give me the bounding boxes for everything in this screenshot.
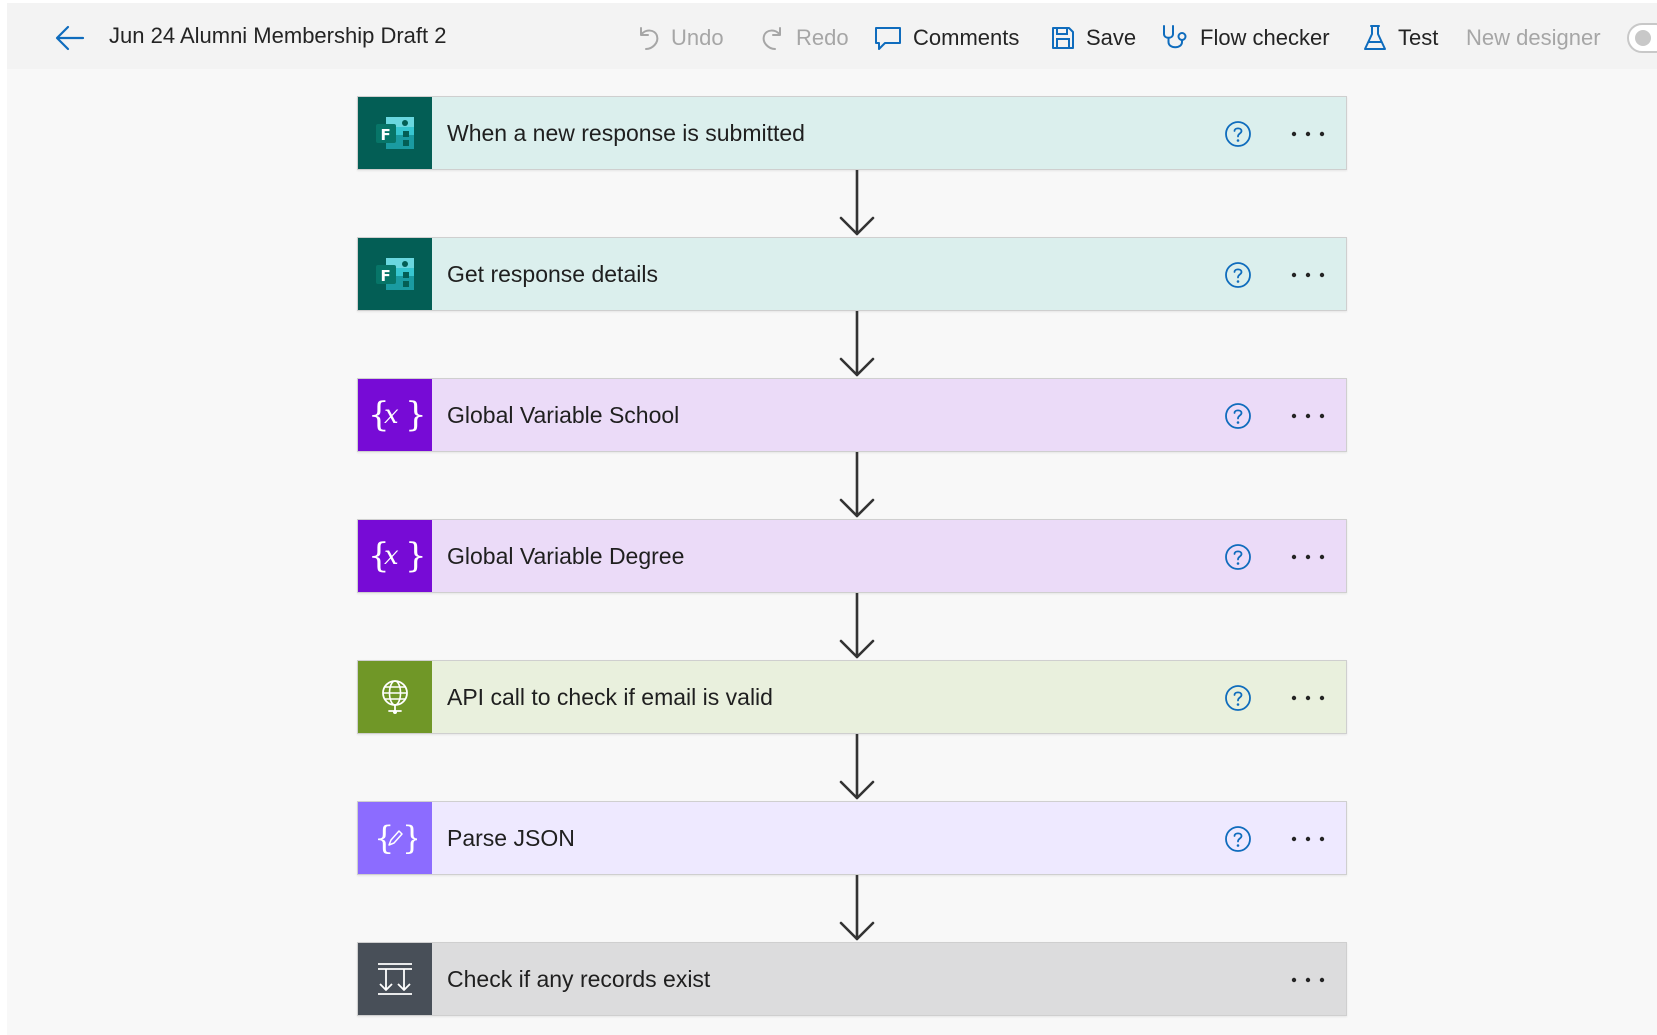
svg-text:{: { [374, 819, 394, 857]
help-circle-icon [1225, 403, 1251, 429]
svg-text:}: } [405, 395, 423, 435]
flow-title: Jun 24 Alumni Membership Draft 2 [109, 23, 447, 48]
step-title: Parse JSON [432, 802, 1346, 874]
undo-icon [640, 27, 659, 50]
svg-text:F: F [381, 126, 391, 144]
more-dots-icon [1291, 977, 1325, 983]
connector-arrow [839, 593, 875, 659]
command-bar: Jun 24 Alumni Membership Draft 2 Undo Re… [7, 3, 1657, 69]
redo-button[interactable]: Redo [760, 20, 849, 56]
connector-arrow [839, 311, 875, 377]
step-card-parse-json[interactable]: { } Parse JSON [357, 801, 1347, 875]
forms-icon: F [376, 117, 414, 149]
step-icon-box: { } [358, 802, 432, 874]
help-circle-icon [1225, 262, 1251, 288]
more-options-button[interactable] [1288, 542, 1328, 572]
condition-icon [378, 963, 412, 995]
test-button[interactable]: Test [1362, 20, 1438, 56]
step-title: Get response details [432, 238, 1346, 310]
help-button[interactable] [1223, 119, 1253, 149]
comments-button[interactable]: Comments [873, 20, 1019, 56]
undo-button[interactable]: Undo [635, 20, 724, 56]
more-options-button[interactable] [1288, 119, 1328, 149]
help-button[interactable] [1223, 401, 1253, 431]
step-icon-box: F [358, 238, 432, 310]
test-label: Test [1398, 25, 1439, 50]
http-globe-icon [382, 680, 408, 714]
help-circle-icon [1225, 826, 1251, 852]
step-title: Check if any records exist [432, 943, 1346, 1015]
back-arrow-icon [55, 25, 85, 51]
beaker-icon [1364, 25, 1386, 50]
back-button[interactable] [52, 20, 88, 56]
svg-text:F: F [381, 267, 391, 285]
step-card-get-response[interactable]: F Get response details [357, 237, 1347, 311]
save-button[interactable]: Save [1050, 20, 1136, 56]
new-designer-toggle[interactable] [1627, 23, 1657, 53]
help-circle-icon [1225, 685, 1251, 711]
step-card-variable-school[interactable]: { x } Global Variable School [357, 378, 1347, 452]
variable-icon: { x } [368, 536, 423, 576]
help-button[interactable] [1223, 542, 1253, 572]
step-card-condition[interactable]: Check if any records exist [357, 942, 1347, 1016]
help-button[interactable] [1223, 683, 1253, 713]
more-options-button[interactable] [1288, 683, 1328, 713]
step-title: API call to check if email is valid [432, 661, 1346, 733]
flow-checker-label: Flow checker [1200, 25, 1330, 50]
help-circle-icon [1225, 544, 1251, 570]
comment-icon [875, 27, 901, 50]
step-icon-box [358, 943, 432, 1015]
step-icon-box: { x } [358, 520, 432, 592]
help-button[interactable] [1223, 824, 1253, 854]
step-title: Global Variable School [432, 379, 1346, 451]
redo-label: Redo [796, 25, 849, 50]
step-card-http-api-call[interactable]: API call to check if email is valid [357, 660, 1347, 734]
connector-arrow [839, 734, 875, 800]
comments-label: Comments [913, 25, 1020, 50]
svg-text:}: } [405, 536, 423, 576]
step-card-variable-degree[interactable]: { x } Global Variable Degree [357, 519, 1347, 593]
step-icon-box: { x } [358, 379, 432, 451]
svg-text:x: x [384, 400, 399, 430]
save-label: Save [1086, 25, 1137, 50]
svg-text:x: x [384, 541, 399, 571]
flow-checker-button[interactable]: Flow checker [1160, 20, 1330, 56]
toggle-knob [1635, 30, 1651, 46]
more-dots-icon [1291, 554, 1325, 560]
connector-arrow [839, 170, 875, 236]
more-dots-icon [1291, 695, 1325, 701]
new-designer-label: New designer [1466, 25, 1601, 50]
step-title: When a new response is submitted [432, 97, 1346, 169]
step-card-trigger[interactable]: F When a new response is submitted [357, 96, 1347, 170]
more-dots-icon [1291, 413, 1325, 419]
help-button[interactable] [1223, 260, 1253, 290]
more-dots-icon [1291, 272, 1325, 278]
parse-json-icon: { } [374, 819, 417, 857]
help-circle-icon [1225, 121, 1251, 147]
more-dots-icon [1291, 836, 1325, 842]
more-options-button[interactable] [1288, 824, 1328, 854]
more-options-button[interactable] [1288, 260, 1328, 290]
step-icon-box: F [358, 97, 432, 169]
variable-icon: { x } [368, 395, 423, 435]
connector-arrow [839, 452, 875, 518]
svg-text:}: } [402, 819, 417, 857]
more-options-button[interactable] [1288, 965, 1328, 995]
forms-icon: F [376, 258, 414, 290]
save-icon [1052, 27, 1074, 49]
connector-arrow [839, 875, 875, 941]
redo-icon [762, 27, 781, 50]
more-dots-icon [1291, 131, 1325, 137]
stethoscope-icon [1163, 25, 1187, 49]
more-options-button[interactable] [1288, 401, 1328, 431]
step-icon-box [358, 661, 432, 733]
undo-label: Undo [671, 25, 724, 50]
step-title: Global Variable Degree [432, 520, 1346, 592]
